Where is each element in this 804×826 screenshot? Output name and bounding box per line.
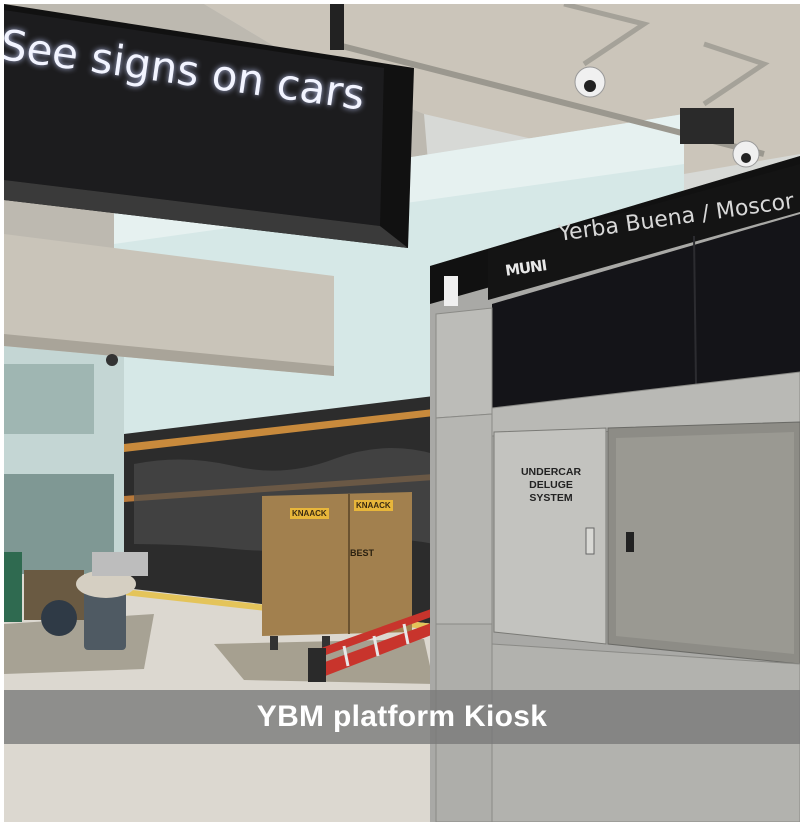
ceiling-device bbox=[680, 108, 734, 144]
kiosk-light-switch bbox=[444, 276, 458, 306]
camera-small-left bbox=[106, 354, 118, 366]
caption-band: YBM platform Kiosk bbox=[4, 690, 800, 744]
reel bbox=[41, 600, 77, 636]
deluge-label-line2: SYSTEM bbox=[529, 492, 573, 504]
chair bbox=[92, 552, 148, 576]
equipment-box bbox=[262, 492, 412, 636]
deluge-label: UNDERCAR DELUGE SYSTEM bbox=[501, 466, 601, 505]
deluge-label-line1: UNDERCAR DELUGE bbox=[520, 466, 582, 491]
steel-door-inner bbox=[616, 432, 794, 654]
camera-lens-1 bbox=[584, 80, 596, 92]
steel-panel bbox=[435, 413, 493, 625]
door-handle[interactable] bbox=[585, 527, 595, 555]
photo-frame: See signs on cars MUNI Yerba Buena / Mos… bbox=[4, 4, 800, 822]
ladder-foot bbox=[308, 648, 326, 682]
box-brand-left: KNAACK bbox=[290, 508, 329, 519]
caption-text: YBM platform Kiosk bbox=[256, 700, 548, 733]
box-stencil: BEST bbox=[350, 548, 375, 558]
elevator-window bbox=[4, 364, 94, 434]
box-wheel-left bbox=[270, 636, 278, 650]
box-brand-right: KNAACK bbox=[354, 500, 393, 511]
steel-panel bbox=[435, 307, 493, 419]
bucket bbox=[84, 590, 126, 650]
floor-mat-left bbox=[4, 614, 154, 674]
door-lock[interactable] bbox=[626, 532, 634, 552]
green-machine bbox=[4, 552, 22, 622]
camera-lens-2 bbox=[741, 153, 751, 163]
sign-mount bbox=[330, 4, 344, 50]
